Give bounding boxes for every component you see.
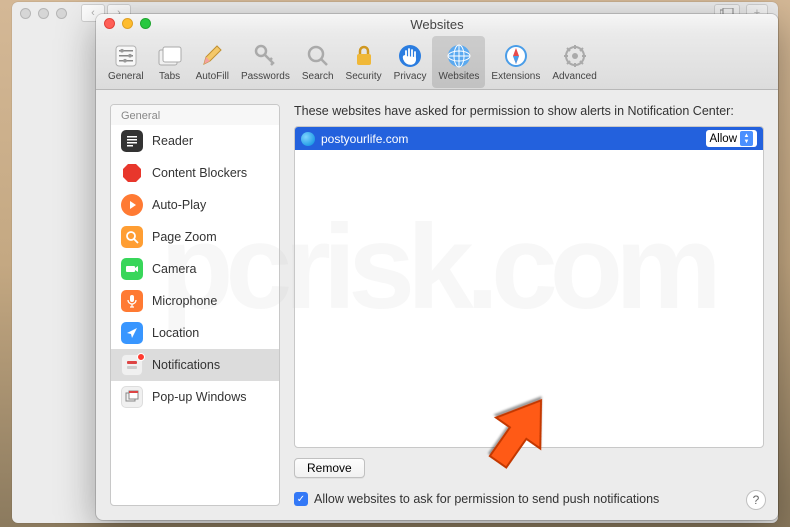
tab-security[interactable]: Security <box>340 36 388 88</box>
reader-icon <box>121 130 143 152</box>
traffic-lights <box>104 18 151 29</box>
sidebar-item-camera[interactable]: Camera <box>111 253 279 285</box>
sidebar-item-label: Microphone <box>152 294 217 308</box>
badge-dot-icon <box>137 353 145 361</box>
tab-search[interactable]: Search <box>296 36 340 88</box>
tab-label: Websites <box>438 71 479 82</box>
key-icon <box>251 42 279 70</box>
maximize-icon[interactable] <box>140 18 151 29</box>
compass-icon <box>502 42 530 70</box>
window-title: Websites <box>410 17 463 32</box>
sidebar-item-label: Auto-Play <box>152 198 206 212</box>
preferences-window: pcrisk.com Websites General Tabs AutoF <box>96 14 778 520</box>
tab-autofill[interactable]: AutoFill <box>190 36 235 88</box>
chevron-updown-icon: ▲▼ <box>740 131 753 146</box>
sidebar: General Reader Content Blockers A <box>110 104 280 506</box>
sidebar-item-label: Notifications <box>152 358 220 372</box>
tab-advanced[interactable]: Advanced <box>546 36 602 88</box>
popup-icon <box>121 386 143 408</box>
maximize-icon[interactable] <box>56 8 67 19</box>
camera-icon <box>121 258 143 280</box>
globe-icon <box>445 42 473 70</box>
microphone-icon <box>121 290 143 312</box>
content-area: General Reader Content Blockers A <box>96 90 778 520</box>
stop-icon <box>121 162 143 184</box>
tab-label: Privacy <box>394 71 427 82</box>
checkbox-icon[interactable]: ✓ <box>294 492 308 506</box>
tab-websites[interactable]: Websites <box>432 36 485 88</box>
play-icon <box>121 194 143 216</box>
location-icon <box>121 322 143 344</box>
bottom-controls: Remove ✓ Allow websites to ask for permi… <box>294 458 764 506</box>
sidebar-item-label: Page Zoom <box>152 230 217 244</box>
permission-select[interactable]: Allow ▲▼ <box>706 130 757 147</box>
tabs-icon <box>156 42 184 70</box>
tab-label: Security <box>346 71 382 82</box>
zoom-icon <box>121 226 143 248</box>
tab-tabs[interactable]: Tabs <box>150 36 190 88</box>
checkbox-label: Allow websites to ask for permission to … <box>314 492 659 506</box>
gear-icon <box>561 42 589 70</box>
close-icon[interactable] <box>104 18 115 29</box>
tab-general[interactable]: General <box>102 36 150 88</box>
tab-label: Extensions <box>491 71 540 82</box>
sidebar-item-microphone[interactable]: Microphone <box>111 285 279 317</box>
tab-label: Advanced <box>552 71 596 82</box>
hand-icon <box>396 42 424 70</box>
tab-label: AutoFill <box>196 71 229 82</box>
sidebar-item-label: Camera <box>152 262 196 276</box>
tab-label: Search <box>302 71 334 82</box>
remove-button[interactable]: Remove <box>294 458 365 478</box>
lock-icon <box>350 42 378 70</box>
websites-list[interactable]: postyourlife.com Allow ▲▼ <box>294 126 764 448</box>
site-domain: postyourlife.com <box>321 132 700 146</box>
close-icon[interactable] <box>20 8 31 19</box>
tab-label: Passwords <box>241 71 290 82</box>
preferences-titlebar: Websites <box>96 14 778 34</box>
tab-label: General <box>108 71 144 82</box>
main-panel: These websites have asked for permission… <box>294 104 764 506</box>
sidebar-item-label: Reader <box>152 134 193 148</box>
sidebar-item-auto-play[interactable]: Auto-Play <box>111 189 279 221</box>
permission-value: Allow <box>710 133 737 145</box>
sidebar-item-page-zoom[interactable]: Page Zoom <box>111 221 279 253</box>
sidebar-item-popup-windows[interactable]: Pop-up Windows <box>111 381 279 413</box>
switches-icon <box>112 42 140 70</box>
site-favicon-icon <box>301 132 315 146</box>
sidebar-item-label: Location <box>152 326 199 340</box>
minimize-icon[interactable] <box>122 18 133 29</box>
browser-traffic-lights <box>20 8 67 19</box>
minimize-icon[interactable] <box>38 8 49 19</box>
checkbox-row[interactable]: ✓ Allow websites to ask for permission t… <box>294 492 764 506</box>
sidebar-header: General <box>111 105 279 125</box>
pencil-icon <box>198 42 226 70</box>
sidebar-item-content-blockers[interactable]: Content Blockers <box>111 157 279 189</box>
sidebar-item-reader[interactable]: Reader <box>111 125 279 157</box>
tab-label: Tabs <box>159 71 180 82</box>
sidebar-item-label: Pop-up Windows <box>152 390 247 404</box>
help-button[interactable]: ? <box>746 490 766 510</box>
tab-passwords[interactable]: Passwords <box>235 36 296 88</box>
preferences-toolbar: General Tabs AutoFill Passwords Search <box>96 34 778 90</box>
sidebar-item-location[interactable]: Location <box>111 317 279 349</box>
search-icon <box>304 42 332 70</box>
tab-extensions[interactable]: Extensions <box>485 36 546 88</box>
description-text: These websites have asked for permission… <box>294 104 764 118</box>
tab-privacy[interactable]: Privacy <box>388 36 433 88</box>
sidebar-item-label: Content Blockers <box>152 166 247 180</box>
website-row[interactable]: postyourlife.com Allow ▲▼ <box>295 127 763 150</box>
sidebar-item-notifications[interactable]: Notifications <box>111 349 279 381</box>
